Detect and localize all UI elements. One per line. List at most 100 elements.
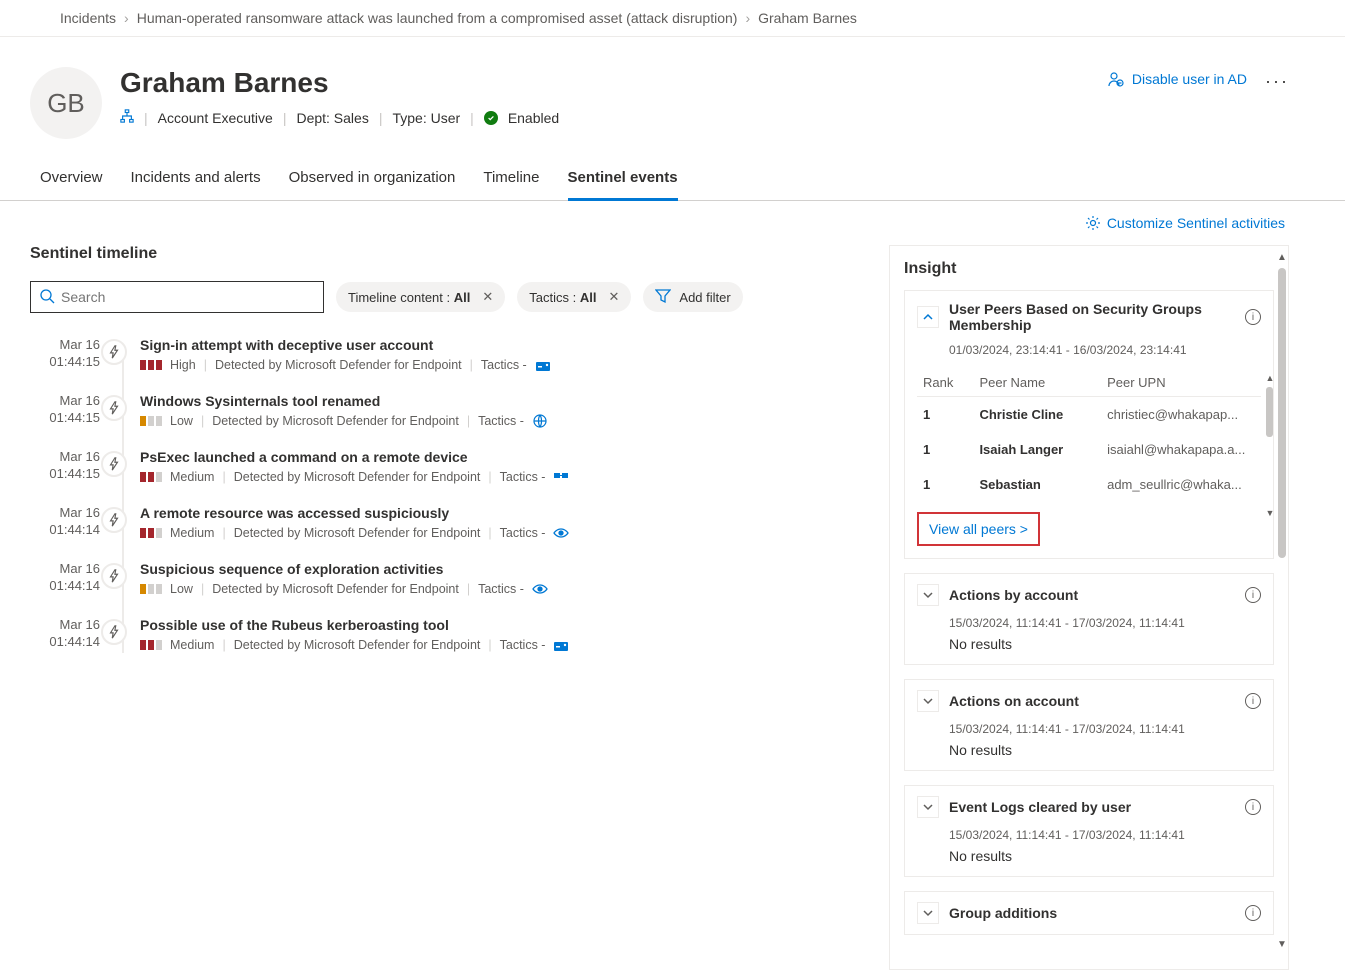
timeline-event-title: Suspicious sequence of exploration activ… [140, 561, 865, 577]
severity-label: Medium [170, 470, 214, 484]
search-box[interactable] [30, 281, 324, 313]
severity-label: Medium [170, 526, 214, 540]
peer-rank: 1 [917, 467, 973, 502]
timeline-event-title: PsExec launched a command on a remote de… [140, 449, 865, 465]
insight-card-result: No results [905, 846, 1273, 876]
insight-card-title: Event Logs cleared by user [949, 799, 1235, 815]
tactic-icon [553, 469, 569, 485]
timeline-date: Mar 1601:44:14 [30, 561, 100, 595]
user-role: Account Executive [158, 110, 273, 126]
lightning-icon [107, 345, 121, 359]
expand-card-button[interactable] [917, 584, 939, 606]
tab-timeline[interactable]: Timeline [483, 169, 539, 200]
customize-activities-button[interactable]: Customize Sentinel activities [1085, 215, 1285, 231]
timeline-dot [100, 563, 128, 589]
filter-pill-content[interactable]: Timeline content : All ✕ [336, 282, 505, 312]
insight-card-result: No results [905, 634, 1273, 664]
insight-card-result: No results [905, 740, 1273, 770]
filter-pill-tactics[interactable]: Tactics : All ✕ [517, 282, 631, 312]
info-icon[interactable]: i [1245, 905, 1261, 921]
insight-card-range: 15/03/2024, 11:14:41 - 17/03/2024, 11:14… [905, 828, 1273, 846]
tab-overview[interactable]: Overview [40, 169, 103, 200]
insight-card-range: 15/03/2024, 11:14:41 - 17/03/2024, 11:14… [905, 616, 1273, 634]
col-rank[interactable]: Rank [917, 369, 973, 397]
timeline-item[interactable]: Mar 1601:44:15 PsExec launched a command… [30, 449, 865, 485]
card-user-peers: User Peers Based on Security Groups Memb… [904, 290, 1274, 559]
chevron-icon: › [745, 10, 750, 26]
timeline-item[interactable]: Mar 1601:44:14 A remote resource was acc… [30, 505, 865, 541]
expand-card-button[interactable] [917, 796, 939, 818]
tactic-icon [532, 413, 548, 429]
page-header: GB Graham Barnes | Account Executive | D… [0, 37, 1345, 139]
scroll-up-icon[interactable]: ▲ [1265, 373, 1275, 383]
expand-card-button[interactable] [917, 902, 939, 924]
panel-scrollbar[interactable]: ▲ ▼ [1278, 252, 1288, 949]
org-chart-icon [120, 109, 134, 126]
severity-indicator [140, 360, 162, 370]
tactics-label: Tactics - [500, 526, 546, 540]
col-peer-name[interactable]: Peer Name [973, 369, 1101, 397]
peer-upn: christiec@whakapap... [1101, 397, 1261, 433]
more-actions-icon[interactable]: ··· [1265, 71, 1289, 92]
peers-table: Rank Peer Name Peer UPN 1 Christie Cline… [917, 369, 1261, 502]
panel-scroll-thumb[interactable] [1278, 268, 1286, 558]
timeline-item[interactable]: Mar 1601:44:15 Windows Sysinternals tool… [30, 393, 865, 429]
insight-card: Event Logs cleared by user i 15/03/2024,… [904, 785, 1274, 877]
scroll-down-icon[interactable]: ▼ [1277, 939, 1287, 949]
insight-title: Insight [904, 260, 1274, 278]
info-icon[interactable]: i [1245, 587, 1261, 603]
info-icon[interactable]: i [1245, 693, 1261, 709]
col-peer-upn[interactable]: Peer UPN [1101, 369, 1261, 397]
avatar: GB [30, 67, 102, 139]
view-all-peers-link[interactable]: View all peers > [929, 521, 1028, 537]
table-row[interactable]: 1 Sebastian adm_seullric@whaka... [917, 467, 1261, 502]
add-filter-button[interactable]: Add filter [643, 282, 742, 312]
insight-panel: ▲ ▼ Insight User Peers Based on Security… [889, 245, 1289, 970]
severity-label: High [170, 358, 196, 372]
page-title: Graham Barnes [120, 67, 1108, 99]
scroll-down-icon[interactable]: ▼ [1265, 508, 1275, 518]
timeline-heading: Sentinel timeline [30, 245, 865, 263]
remove-filter-tactics-icon[interactable]: ✕ [609, 289, 620, 305]
filter-bar: Timeline content : All ✕ Tactics : All ✕… [30, 281, 865, 313]
timeline-dot [100, 395, 128, 421]
expand-card-button[interactable] [917, 690, 939, 712]
breadcrumb-user[interactable]: Graham Barnes [758, 10, 857, 26]
collapse-peers-button[interactable] [917, 306, 939, 328]
timeline-dot [100, 451, 128, 477]
avatar-initials: GB [47, 88, 85, 119]
remove-filter-content-icon[interactable]: ✕ [482, 289, 493, 305]
table-row[interactable]: 1 Isaiah Langer isaiahl@whakapapa.a... [917, 432, 1261, 467]
severity-label: Medium [170, 638, 214, 652]
timeline-date: Mar 1601:44:15 [30, 449, 100, 483]
view-all-peers-highlight: View all peers > [917, 512, 1040, 546]
customize-activities-label: Customize Sentinel activities [1107, 215, 1285, 231]
peers-scrollbar[interactable]: ▲ ▼ [1265, 373, 1275, 518]
timeline-item[interactable]: Mar 1601:44:14 Suspicious sequence of ex… [30, 561, 865, 597]
peer-rank: 1 [917, 432, 973, 467]
timeline-dot [100, 619, 128, 645]
search-input[interactable] [61, 289, 315, 305]
detected-by-label: Detected by Microsoft Defender for Endpo… [234, 526, 481, 540]
tab-sentinel-events[interactable]: Sentinel events [568, 169, 678, 201]
severity-indicator [140, 640, 162, 650]
scroll-up-icon[interactable]: ▲ [1277, 252, 1287, 262]
tab-incidents-alerts[interactable]: Incidents and alerts [131, 169, 261, 200]
breadcrumb-incidents[interactable]: Incidents [60, 10, 116, 26]
timeline-item[interactable]: Mar 1601:44:15 Sign-in attempt with dece… [30, 337, 865, 373]
disable-user-button[interactable]: Disable user in AD [1108, 71, 1247, 87]
timeline-list: Mar 1601:44:15 Sign-in attempt with dece… [30, 337, 865, 653]
table-row[interactable]: 1 Christie Cline christiec@whakapap... [917, 397, 1261, 433]
timeline-item[interactable]: Mar 1601:44:14 Possible use of the Rubeu… [30, 617, 865, 653]
card-peers-title: User Peers Based on Security Groups Memb… [949, 301, 1235, 333]
tab-observed-in-org[interactable]: Observed in organization [289, 169, 456, 200]
info-icon[interactable]: i [1245, 799, 1261, 815]
insight-card-title: Actions by account [949, 587, 1235, 603]
tactics-label: Tactics - [500, 638, 546, 652]
detected-by-label: Detected by Microsoft Defender for Endpo… [212, 582, 459, 596]
peers-scroll-thumb[interactable] [1266, 387, 1273, 437]
breadcrumb-incident-name[interactable]: Human-operated ransomware attack was lau… [137, 10, 738, 26]
tactic-icon [553, 637, 569, 653]
info-icon[interactable]: i [1245, 309, 1261, 325]
timeline-dot [100, 339, 128, 365]
